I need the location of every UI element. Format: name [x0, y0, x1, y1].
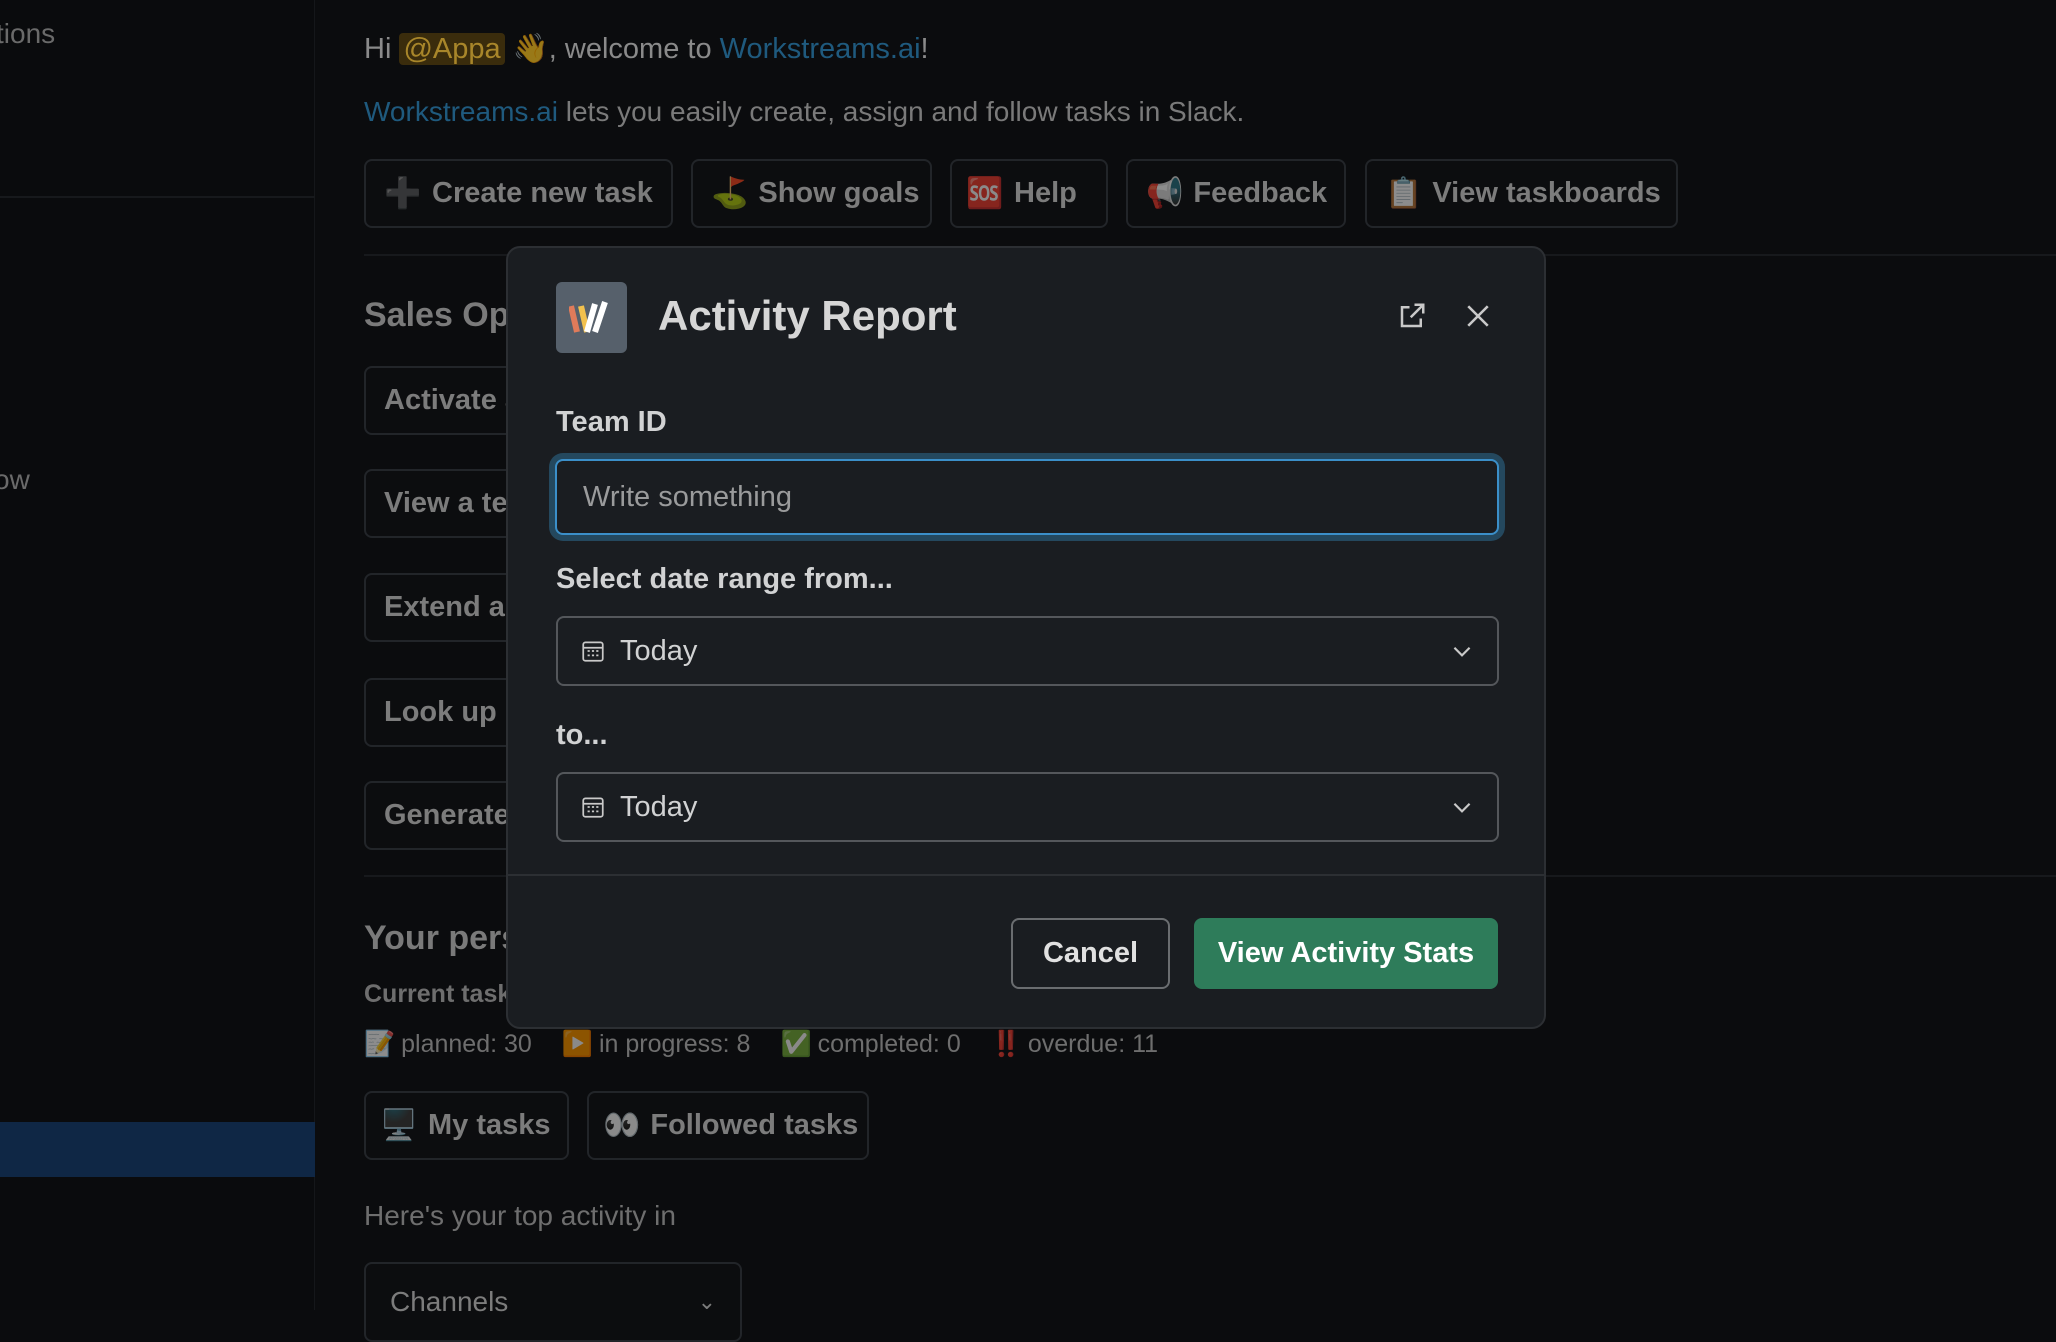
feedback-button[interactable]: 📢 Feedback	[1126, 159, 1346, 228]
activity-report-modal: Activity Report Team ID Write something …	[506, 246, 1546, 1029]
help-button[interactable]: 🆘 Help	[950, 159, 1108, 228]
stat-in-progress: ▶️ in progress: 8	[562, 1030, 751, 1059]
my-tasks-button[interactable]: 🖥️ My tasks	[364, 1091, 569, 1160]
chevron-down-icon: ⌄	[697, 1289, 716, 1314]
to-date-select[interactable]: Today	[556, 772, 1499, 842]
check-icon: ✅	[780, 1030, 812, 1058]
stat-overdue: ‼️ overdue: 11	[991, 1030, 1158, 1059]
chevron-down-icon	[1453, 646, 1471, 657]
view-taskboards-button[interactable]: 📋 View taskboards	[1365, 159, 1678, 228]
greeting: Hi	[364, 33, 392, 65]
play-icon: ▶️	[561, 1030, 593, 1058]
stat-label: overdue: 11	[1027, 1030, 1159, 1058]
calendar-icon	[582, 641, 604, 662]
close-icon[interactable]	[1456, 294, 1500, 338]
welcome-line: Hi @Appa 👋, welcome to Workstreams.ai!	[364, 32, 929, 66]
divider	[0, 196, 315, 198]
wave-icon: 👋	[512, 33, 549, 65]
button-label: Help	[1014, 177, 1077, 209]
megaphone-icon: 📢	[1146, 177, 1184, 210]
app-logo	[556, 282, 627, 353]
activity-scope-select[interactable]: Channels ⌄	[364, 1262, 742, 1342]
intro-text: Workstreams.ai lets you easily create, a…	[364, 96, 1244, 128]
intro-body: lets you easily create, assign and follo…	[557, 96, 1245, 127]
cancel-button[interactable]: Cancel	[1011, 918, 1170, 989]
user-mention[interactable]: @Appa	[399, 33, 505, 65]
button-label: View taskboards	[1432, 177, 1661, 209]
sidebar: tions ow	[0, 0, 315, 1310]
task-stats: 📝 planned: 30 ▶️ in progress: 8 ✅ completed…	[364, 1030, 1158, 1059]
computer-icon: 🖥️	[380, 1109, 418, 1142]
footer-divider	[508, 874, 1544, 876]
exclaim: !	[920, 33, 929, 65]
sidebar-item[interactable]: ow	[0, 464, 30, 496]
team-id-label: Team ID	[556, 406, 667, 438]
followed-tasks-button[interactable]: 👀 Followed tasks	[587, 1091, 869, 1160]
from-date-label: Select date range from...	[556, 563, 893, 595]
open-external-icon[interactable]	[1390, 294, 1434, 338]
stat-label: in progress: 8	[598, 1030, 751, 1058]
sidebar-item[interactable]: tions	[0, 18, 55, 50]
personal-heading: Your pers	[364, 919, 521, 957]
select-value: Today	[620, 634, 698, 667]
stat-completed: ✅ completed: 0	[780, 1030, 960, 1059]
stat-label: completed: 0	[817, 1030, 961, 1058]
welcome-text: , welcome to	[548, 33, 712, 65]
modal-title: Activity Report	[658, 292, 957, 339]
input-placeholder: Write something	[583, 480, 792, 513]
button-label: Followed tasks	[650, 1109, 859, 1141]
from-date-select[interactable]: Today	[556, 616, 1499, 686]
stat-planned: 📝 planned: 30	[364, 1030, 532, 1059]
show-goals-button[interactable]: ⛳ Show goals	[691, 159, 932, 228]
button-label: Create new task	[432, 177, 653, 209]
to-date-label: to...	[556, 719, 608, 751]
workstreams-logo-icon	[568, 300, 608, 333]
team-id-input[interactable]: Write something	[555, 459, 1499, 535]
memo-icon: 📝	[364, 1030, 396, 1058]
calendar-icon	[582, 797, 604, 818]
select-value: Channels	[390, 1286, 509, 1317]
sales-heading: Sales Op	[364, 296, 510, 334]
activity-text: Here's your top activity in	[364, 1200, 676, 1231]
view-activity-stats-button[interactable]: View Activity Stats	[1194, 918, 1498, 989]
stat-label: planned: 30	[401, 1030, 532, 1058]
brand-link[interactable]: Workstreams.ai	[720, 33, 921, 65]
chevron-down-icon	[1453, 802, 1471, 813]
current-tasks-label: Current task	[364, 980, 512, 1008]
double-exclamation-icon: ‼️	[990, 1030, 1022, 1058]
sidebar-item-selected[interactable]	[0, 1122, 315, 1177]
plus-icon: ➕	[384, 177, 422, 210]
button-label: Feedback	[1193, 177, 1328, 209]
create-task-button[interactable]: ➕ Create new task	[364, 159, 673, 228]
button-label: Show goals	[758, 177, 920, 209]
button-label: My tasks	[428, 1109, 551, 1141]
eyes-icon: 👀	[603, 1109, 641, 1142]
brand-link[interactable]: Workstreams.ai	[364, 96, 558, 127]
select-value: Today	[620, 790, 698, 823]
sos-icon: 🆘	[966, 177, 1004, 210]
golf-flag-icon: ⛳	[711, 177, 749, 210]
clipboard-icon: 📋	[1385, 177, 1423, 210]
